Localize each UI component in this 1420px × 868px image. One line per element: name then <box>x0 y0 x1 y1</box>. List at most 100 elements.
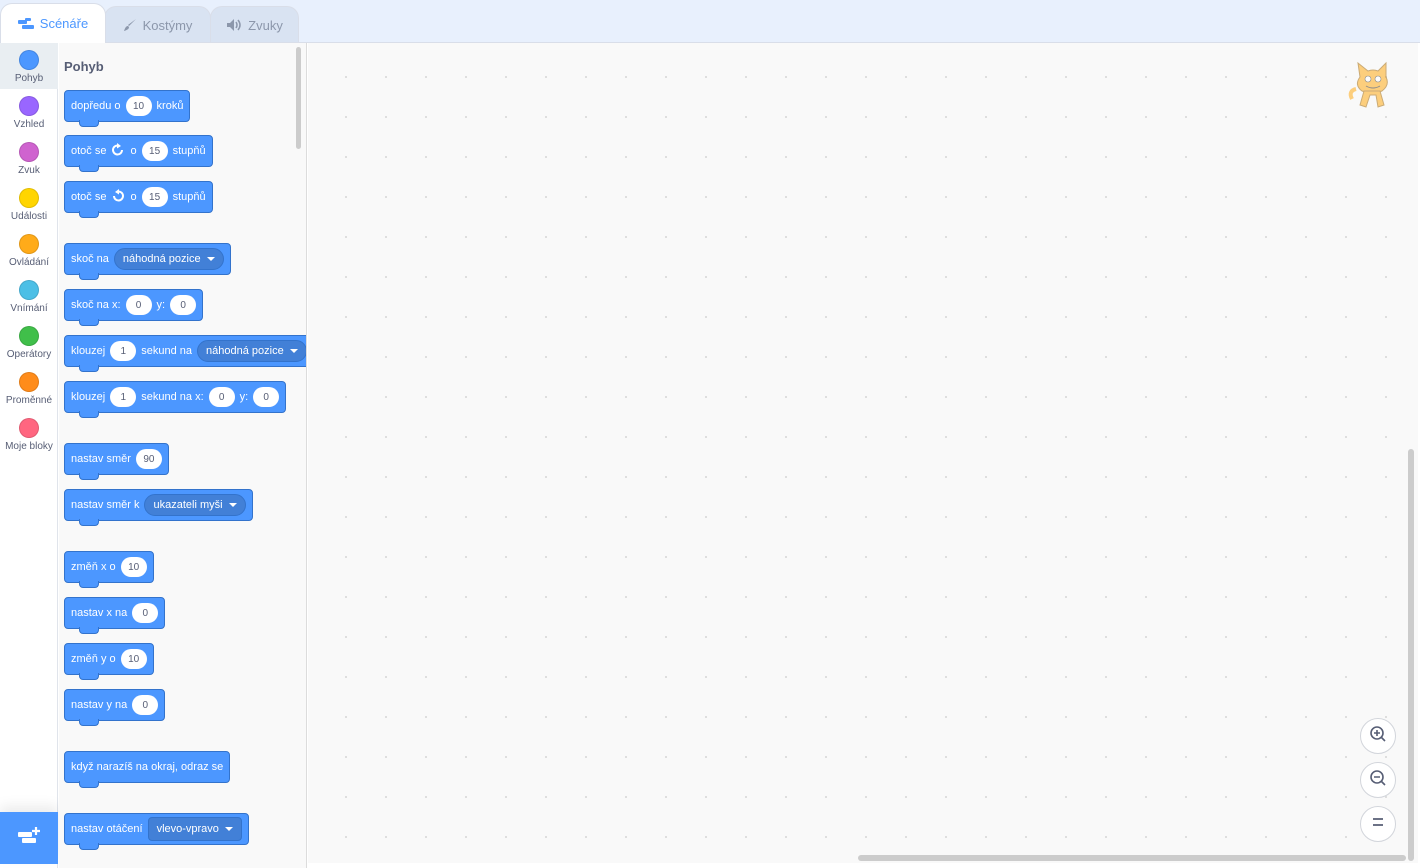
rotate-right-icon <box>111 142 125 160</box>
towards-target-dropdown[interactable]: ukazateli myši <box>144 494 246 516</box>
category-label: Zvuk <box>18 165 40 176</box>
block-text: nastav otáčení <box>71 823 143 835</box>
paintbrush-icon <box>123 18 137 32</box>
tab-label: Kostýmy <box>142 17 193 33</box>
block-turn-left[interactable]: otoč se o 15 stupňů <box>64 181 213 218</box>
degrees-input[interactable]: 15 <box>141 141 168 161</box>
dx-input[interactable]: 10 <box>120 557 147 577</box>
category-operators[interactable]: Operátory <box>0 319 58 365</box>
block-point-direction[interactable]: nastav směr 90 <box>64 443 169 480</box>
dropdown-value: náhodná pozice <box>206 345 284 357</box>
category-variables[interactable]: Proměnné <box>0 365 58 411</box>
block-glide-to[interactable]: klouzej 1 sekund na náhodná pozice <box>64 335 306 372</box>
degrees-input[interactable]: 15 <box>141 187 168 207</box>
chevron-down-icon <box>228 503 237 507</box>
block-set-y[interactable]: nastav y na 0 <box>64 689 166 726</box>
variables-dot-icon <box>19 372 39 392</box>
direction-input[interactable]: 90 <box>135 449 162 469</box>
zoom-reset-icon <box>1370 815 1386 833</box>
dropdown-value: vlevo-vpravo <box>156 823 219 835</box>
tab-sounds[interactable]: Zvuky <box>210 6 299 43</box>
control-dot-icon <box>19 234 39 254</box>
block-bounce-on-edge[interactable]: když narazíš na okraj, odraz se <box>64 751 231 788</box>
block-change-x[interactable]: změň x o 10 <box>64 551 154 588</box>
tab-costumes[interactable]: Kostýmy <box>104 6 211 43</box>
block-text: stupňů <box>172 191 206 203</box>
block-palette: Pohyb dopředu o 10 kroků otoč se o 15 st… <box>59 43 307 868</box>
palette-heading: Pohyb <box>64 59 104 74</box>
editor-tabs: Scénáře Kostýmy Zvuky <box>0 0 1420 44</box>
block-text: o <box>130 145 137 157</box>
block-text: nastav směr <box>71 453 131 465</box>
block-text: otoč se <box>71 191 107 203</box>
block-text: nastav y na <box>71 699 128 711</box>
seconds-input[interactable]: 1 <box>110 387 137 407</box>
category-label: Vzhled <box>13 119 45 130</box>
category-label: Vnímání <box>10 303 48 314</box>
block-turn-right[interactable]: otoč se o 15 stupňů <box>64 135 213 172</box>
palette-scrollbar[interactable] <box>296 47 301 149</box>
tab-label: Zvuky <box>248 17 283 33</box>
block-go-to-xy[interactable]: skoč na x: 0 y: 0 <box>64 289 204 326</box>
seconds-input[interactable]: 1 <box>110 341 137 361</box>
zoom-reset-button[interactable] <box>1360 806 1396 842</box>
block-set-x[interactable]: nastav x na 0 <box>64 597 166 634</box>
block-text: skoč na <box>71 253 109 265</box>
block-text: y: <box>239 391 249 403</box>
block-set-rotation-style[interactable]: nastav otáčení vlevo-vpravo <box>64 813 249 850</box>
add-extension-button[interactable] <box>0 812 58 864</box>
block-text: změň x o <box>71 561 116 573</box>
block-change-y[interactable]: změň y o 10 <box>64 643 154 680</box>
dropdown-value: náhodná pozice <box>122 253 201 265</box>
block-text: stupňů <box>172 145 206 157</box>
cat-sprite-icon <box>1346 59 1396 116</box>
steps-input[interactable]: 10 <box>125 96 152 116</box>
block-text: klouzej <box>71 391 106 403</box>
category-label: Ovládání <box>8 257 50 268</box>
operators-dot-icon <box>19 326 39 346</box>
y-input[interactable]: 0 <box>170 295 197 315</box>
rotate-left-icon <box>111 188 125 206</box>
chevron-down-icon <box>289 349 298 353</box>
category-motion[interactable]: Pohyb <box>0 43 58 89</box>
category-sound[interactable]: Zvuk <box>0 135 58 181</box>
glide-target-dropdown[interactable]: náhodná pozice <box>197 340 306 362</box>
block-text: dopředu o <box>71 100 121 112</box>
dropdown-value: ukazateli myši <box>153 499 223 511</box>
speaker-icon <box>226 18 242 32</box>
goto-target-dropdown[interactable]: náhodná pozice <box>113 248 224 270</box>
category-label: Pohyb <box>14 73 44 84</box>
zoom-out-button[interactable] <box>1360 762 1396 798</box>
my-blocks-dot-icon <box>19 418 39 438</box>
block-text: otoč se <box>71 145 107 157</box>
category-my-blocks[interactable]: Moje bloky <box>0 411 58 457</box>
category-sensing[interactable]: Vnímání <box>0 273 58 319</box>
sensing-dot-icon <box>19 280 39 300</box>
rotation-style-dropdown[interactable]: vlevo-vpravo <box>147 817 242 841</box>
zoom-in-button[interactable] <box>1360 718 1396 754</box>
category-label: Události <box>10 211 48 222</box>
category-events[interactable]: Události <box>0 181 58 227</box>
looks-dot-icon <box>19 96 39 116</box>
block-text: sekund na x: <box>141 391 204 403</box>
dy-input[interactable]: 10 <box>120 649 147 669</box>
block-point-towards[interactable]: nastav směr k ukazateli myši <box>64 489 253 526</box>
script-workspace[interactable] <box>308 43 1418 863</box>
y-input[interactable]: 0 <box>132 695 159 715</box>
block-text: y: <box>156 299 166 311</box>
category-control[interactable]: Ovládání <box>0 227 58 273</box>
y-input[interactable]: 0 <box>253 387 280 407</box>
block-glide-to-xy[interactable]: klouzej 1 sekund na x: 0 y: 0 <box>64 381 287 418</box>
block-move-steps[interactable]: dopředu o 10 kroků <box>64 90 191 127</box>
category-looks[interactable]: Vzhled <box>0 89 58 135</box>
workspace-horizontal-scrollbar[interactable] <box>858 855 1406 861</box>
workspace-vertical-scrollbar[interactable] <box>1408 449 1414 861</box>
motion-dot-icon <box>19 50 39 70</box>
tab-scripts[interactable]: Scénáře <box>0 3 106 43</box>
code-editor: Pohyb Vzhled Zvuk Události Ovládání Vním… <box>0 42 1420 868</box>
x-input[interactable]: 0 <box>125 295 152 315</box>
block-go-to[interactable]: skoč na náhodná pozice <box>64 243 231 280</box>
x-input[interactable]: 0 <box>132 603 159 623</box>
code-icon <box>17 17 34 30</box>
x-input[interactable]: 0 <box>208 387 235 407</box>
